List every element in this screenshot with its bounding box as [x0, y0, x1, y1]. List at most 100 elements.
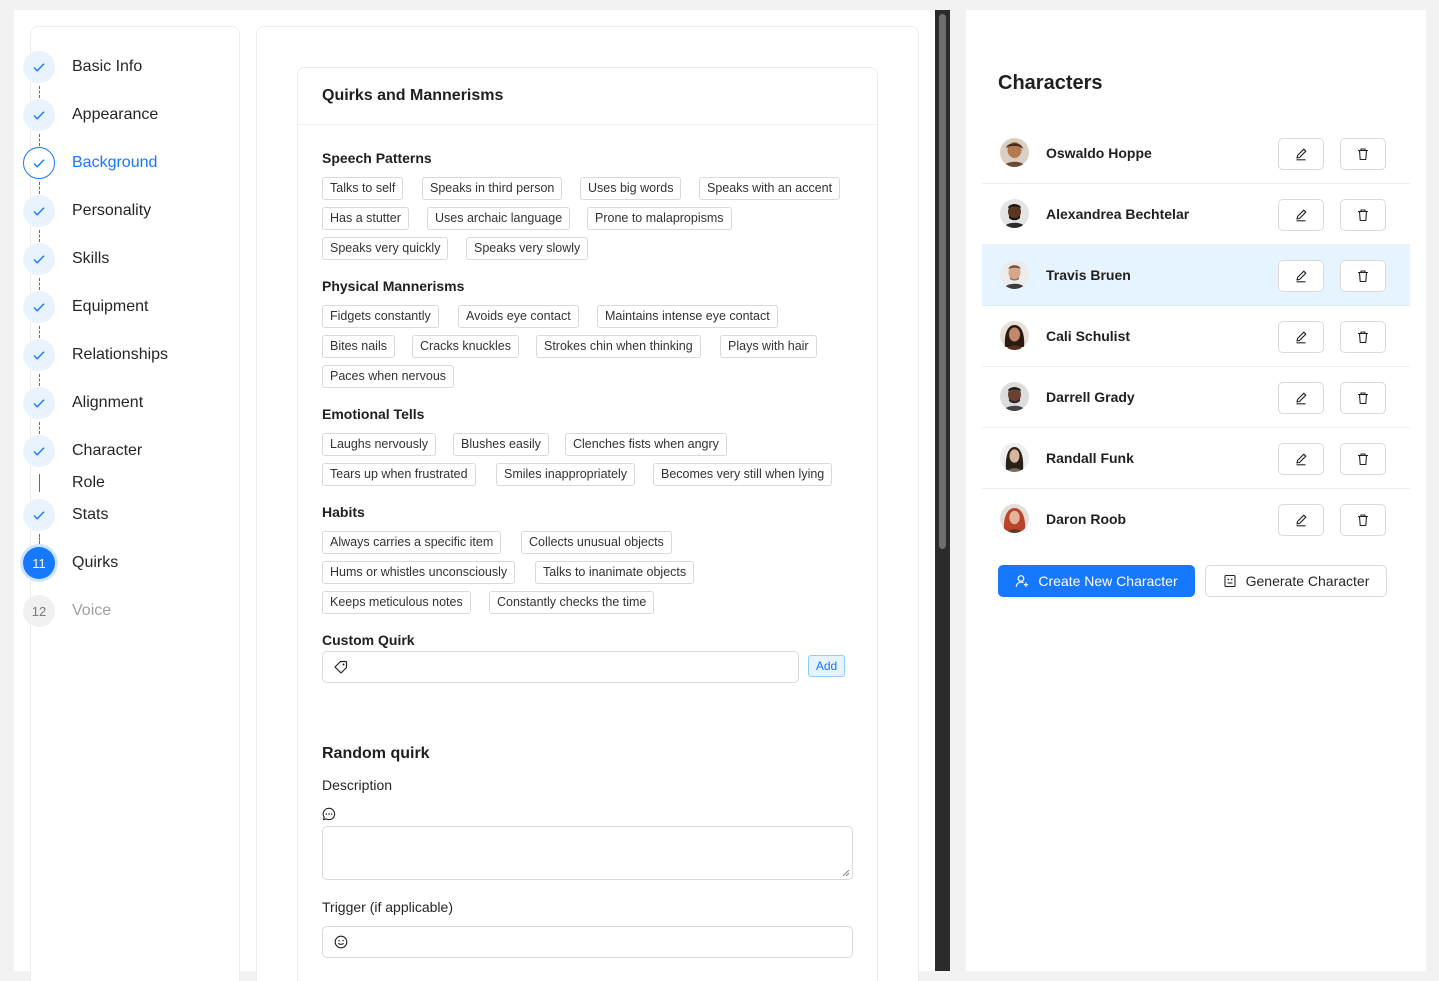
quirk-tag[interactable]: Becomes very still when lying — [653, 463, 833, 486]
step-quirks[interactable]: 11 Quirks — [23, 546, 118, 580]
character-name: Alexandrea Bechtelar — [1046, 206, 1190, 222]
step-appearance[interactable]: Appearance — [23, 98, 158, 132]
quirk-tag[interactable]: Talks to inanimate objects — [535, 561, 695, 584]
quirk-tag[interactable]: Has a stutter — [322, 207, 409, 230]
step-stats[interactable]: Stats — [23, 498, 108, 532]
description-textarea[interactable] — [322, 826, 853, 880]
edit-icon — [1296, 514, 1307, 527]
edit-button[interactable] — [1278, 321, 1324, 353]
character-row[interactable]: Daron Roob — [982, 489, 1410, 550]
quirk-tag[interactable]: Bites nails — [322, 335, 395, 358]
check-icon — [23, 435, 55, 467]
quirk-tag[interactable]: Keeps meticulous notes — [322, 591, 471, 614]
step-connector — [39, 278, 40, 290]
tag-icon — [334, 660, 348, 674]
avatar — [1000, 321, 1029, 350]
check-icon — [23, 499, 55, 531]
quirk-tag[interactable]: Avoids eye contact — [458, 305, 579, 328]
avatar — [1000, 199, 1029, 228]
quirk-tag[interactable]: Speaks very quickly — [322, 237, 449, 260]
quirk-tag[interactable]: Strokes chin when thinking — [536, 335, 701, 358]
edit-button[interactable] — [1278, 260, 1324, 292]
generate-character-button[interactable]: Generate Character — [1205, 565, 1387, 597]
quirk-tag[interactable]: Tears up when frustrated — [322, 463, 476, 486]
edit-button[interactable] — [1278, 382, 1324, 414]
quirk-tag[interactable]: Smiles inappropriately — [496, 463, 635, 486]
delete-icon — [1358, 209, 1368, 222]
edit-icon — [1296, 453, 1307, 466]
quirk-tag[interactable]: Speaks very slowly — [466, 237, 589, 260]
character-row[interactable]: Alexandrea Bechtelar — [982, 184, 1410, 245]
delete-button[interactable] — [1340, 321, 1386, 353]
edit-button[interactable] — [1278, 443, 1324, 475]
delete-icon — [1358, 392, 1368, 405]
quirk-tag[interactable]: Blushes easily — [453, 433, 549, 456]
quirk-tag[interactable]: Talks to self — [322, 177, 404, 200]
delete-button[interactable] — [1340, 199, 1386, 231]
character-row[interactable]: Randall Funk — [982, 428, 1410, 489]
create-character-button[interactable]: Create New Character — [998, 565, 1195, 597]
trigger-input[interactable] — [322, 926, 853, 958]
step-character-role[interactable]: Character — [23, 434, 142, 468]
step-number: 12 — [23, 595, 55, 627]
add-quirk-button[interactable]: Add — [808, 655, 845, 677]
quirk-tag[interactable]: Speaks in third person — [422, 177, 563, 200]
section-title: Speech Patterns — [322, 150, 432, 166]
check-icon — [23, 147, 55, 179]
delete-button[interactable] — [1340, 260, 1386, 292]
delete-icon — [1358, 148, 1368, 161]
scrollbar-thumb[interactable] — [939, 14, 946, 549]
edit-button[interactable] — [1278, 199, 1324, 231]
step-label: Equipment — [72, 298, 149, 315]
check-icon — [23, 243, 55, 275]
character-row[interactable]: Darrell Grady — [982, 367, 1410, 428]
delete-button[interactable] — [1340, 138, 1386, 170]
quirk-tag[interactable]: Uses big words — [580, 177, 682, 200]
character-row-selected[interactable]: Travis Bruen — [982, 245, 1410, 306]
avatar — [1000, 138, 1029, 167]
step-basic-info[interactable]: Basic Info — [23, 50, 142, 84]
custom-quirk-input[interactable] — [322, 651, 799, 683]
quirk-tag[interactable]: Maintains intense eye contact — [597, 305, 778, 328]
step-label: Quirks — [72, 554, 119, 571]
step-personality[interactable]: Personality — [23, 194, 151, 228]
splitter-scrollbar[interactable] — [935, 10, 950, 971]
delete-icon — [1358, 514, 1368, 527]
section-title: Habits — [322, 504, 365, 520]
character-row[interactable]: Oswaldo Hoppe — [982, 123, 1410, 184]
step-label: Alignment — [72, 394, 144, 411]
delete-button[interactable] — [1340, 504, 1386, 536]
delete-button[interactable] — [1340, 443, 1386, 475]
quirk-tag[interactable]: Plays with hair — [720, 335, 817, 358]
step-sublabel: Role — [72, 474, 105, 491]
character-name: Oswaldo Hoppe — [1046, 145, 1152, 161]
quirk-tag[interactable]: Constantly checks the time — [489, 591, 655, 614]
quirk-tag[interactable]: Speaks with an accent — [699, 177, 841, 200]
quirk-tag[interactable]: Cracks knuckles — [412, 335, 519, 358]
character-name: Darrell Grady — [1046, 389, 1135, 405]
edit-button[interactable] — [1278, 504, 1324, 536]
step-equipment[interactable]: Equipment — [23, 290, 149, 324]
resize-grip-icon[interactable] — [842, 869, 850, 877]
step-alignment[interactable]: Alignment — [23, 386, 143, 420]
quirk-tag[interactable]: Prone to malapropisms — [587, 207, 732, 230]
step-background[interactable]: Background — [23, 146, 157, 180]
quirk-tag[interactable]: Paces when nervous — [322, 365, 455, 388]
step-relationships[interactable]: Relationships — [23, 338, 168, 372]
quirk-tag[interactable]: Uses archaic language — [427, 207, 571, 230]
quirk-tag[interactable]: Laughs nervously — [322, 433, 436, 456]
step-label: Relationships — [72, 346, 169, 363]
quirk-tag[interactable]: Fidgets constantly — [322, 305, 439, 328]
quirk-tag[interactable]: Collects unusual objects — [521, 531, 672, 554]
quirk-tag[interactable]: Clenches fists when angry — [565, 433, 727, 456]
avatar — [1000, 260, 1029, 289]
character-row[interactable]: Cali Schulist — [982, 306, 1410, 367]
step-label: Stats — [72, 506, 109, 523]
step-skills[interactable]: Skills — [23, 242, 109, 276]
delete-button[interactable] — [1340, 382, 1386, 414]
delete-icon — [1358, 331, 1368, 344]
quirk-tag[interactable]: Hums or whistles unconsciously — [322, 561, 516, 584]
quirk-tag[interactable]: Always carries a specific item — [322, 531, 502, 554]
step-voice[interactable]: 12 Voice — [23, 594, 111, 628]
edit-button[interactable] — [1278, 138, 1324, 170]
